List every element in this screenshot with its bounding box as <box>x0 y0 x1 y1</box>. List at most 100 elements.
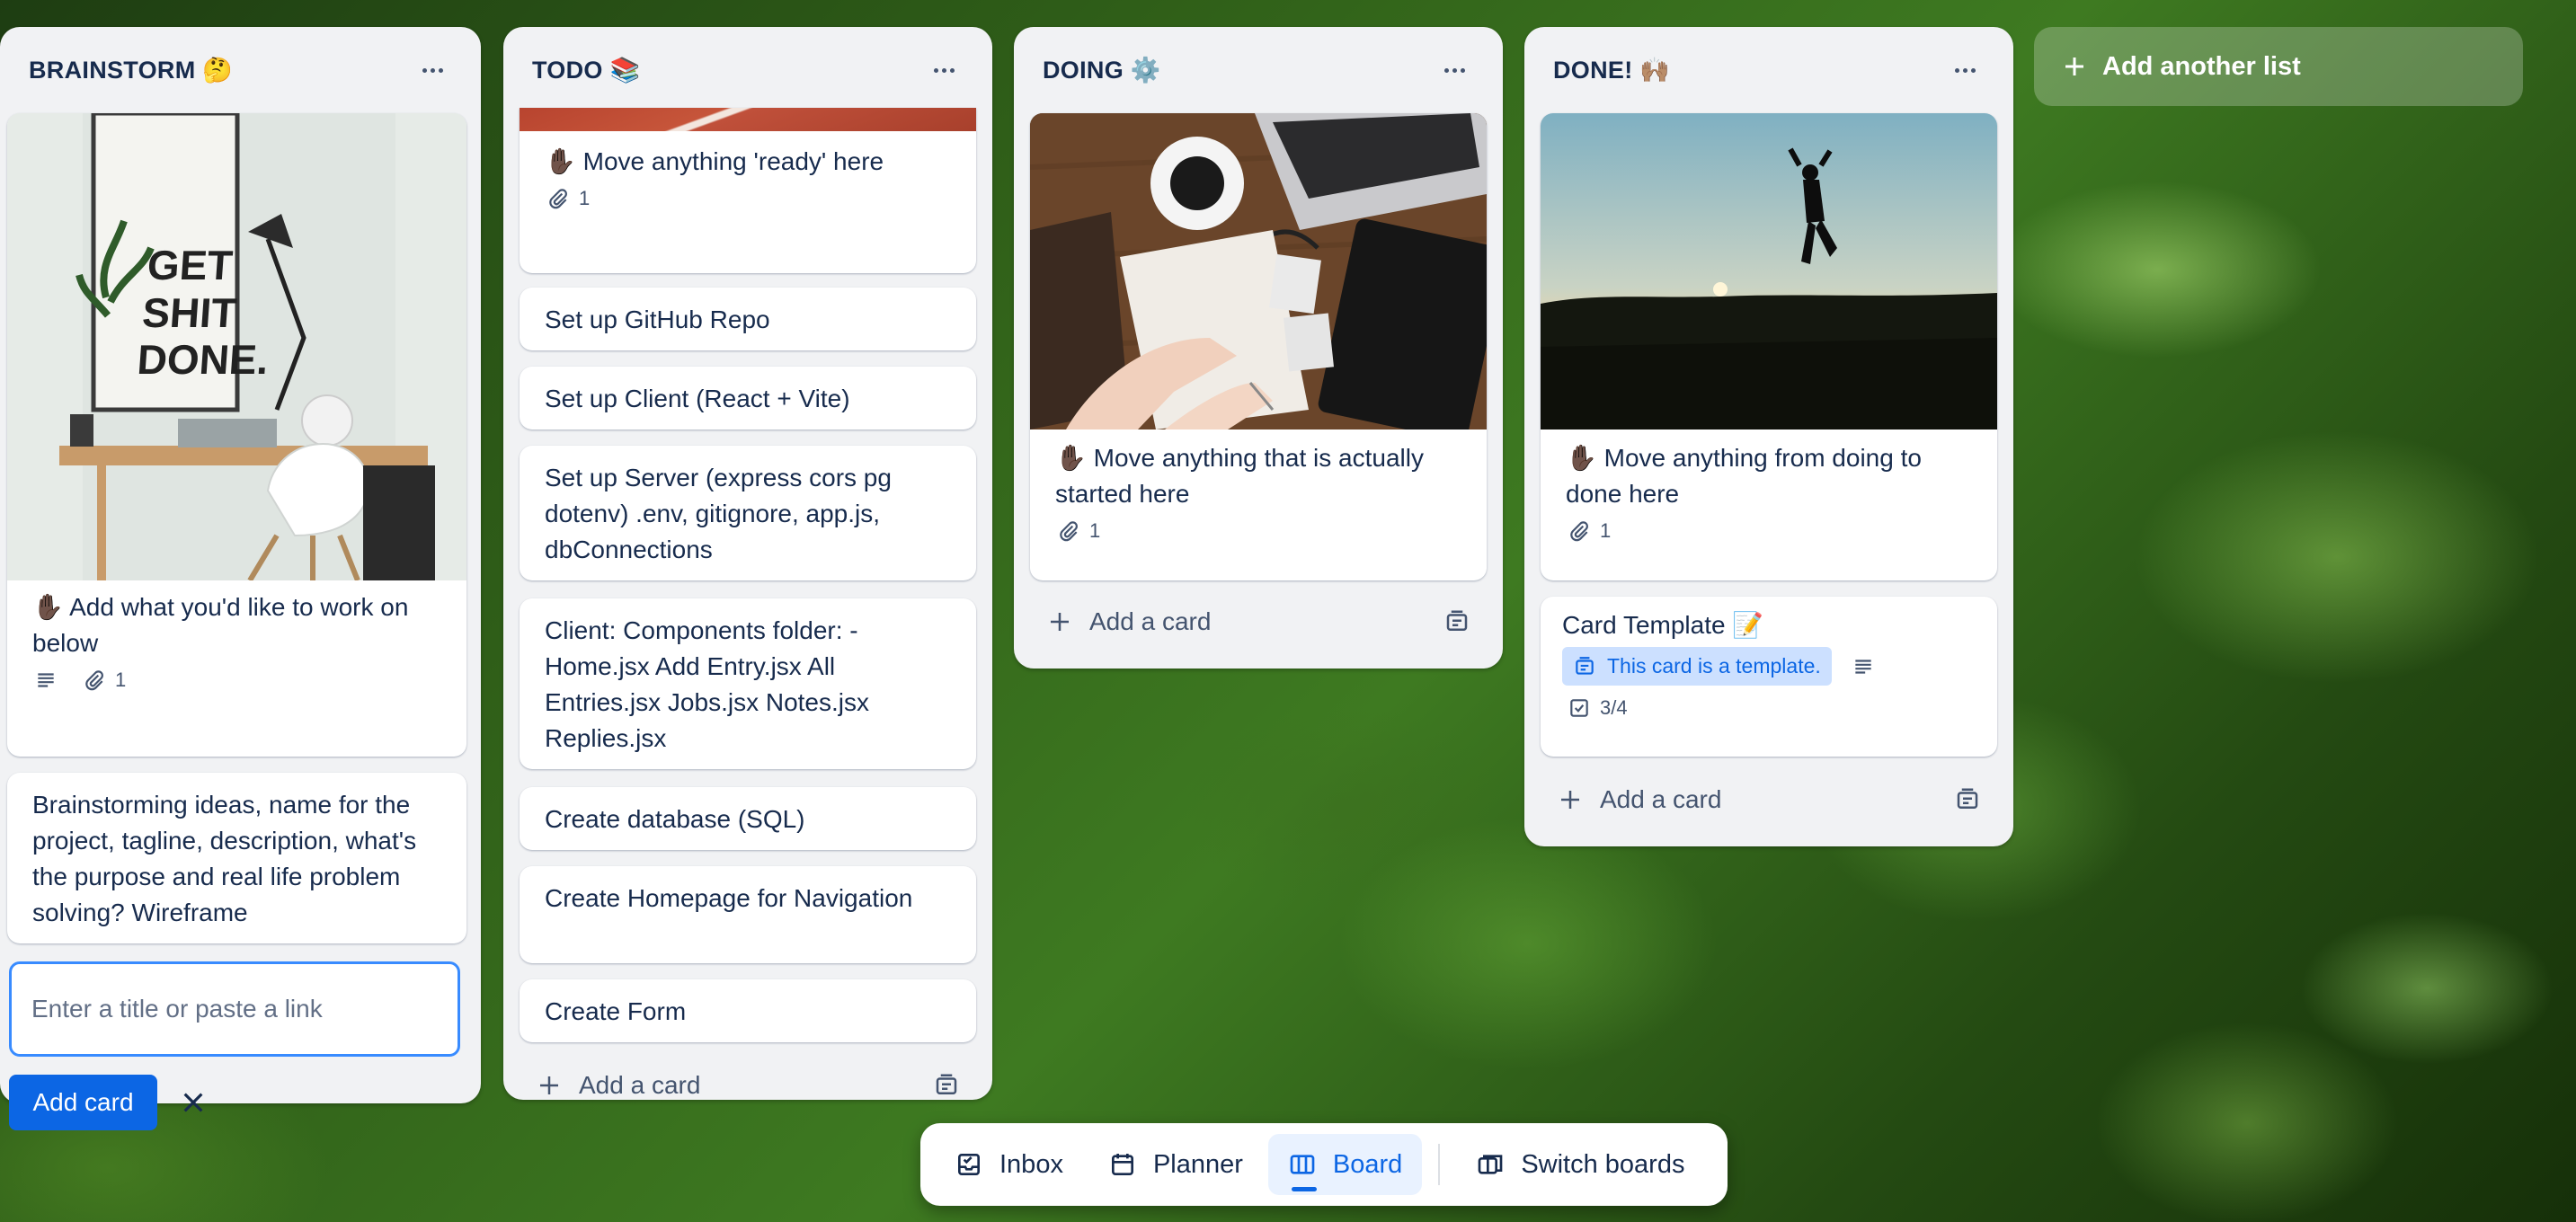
svg-text:SHIT: SHIT <box>141 289 238 336</box>
attachment-count: 1 <box>1600 519 1612 542</box>
card-badges: 3/4 <box>1541 686 1997 720</box>
attachment-badge: 1 <box>1568 519 1611 543</box>
card-move-done[interactable]: ✋🏿 Move anything from doing to done here… <box>1541 113 1997 580</box>
list-header: DONE! 🙌🏽 <box>1524 27 2013 113</box>
card-title: Create database (SQL) <box>545 805 805 833</box>
card-title: Create Homepage for Navigation <box>545 884 913 912</box>
plus-icon <box>1561 791 1579 809</box>
list-done: DONE! 🙌🏽 ✋🏿 Move anything from doing to … <box>1524 27 2013 846</box>
board: BRAINSTORM 🤔 GET SHIT DONE. ✋🏿 Add what … <box>0 0 2576 1222</box>
card-create-form[interactable]: Create Form <box>520 979 976 1042</box>
attachment-count: 1 <box>579 187 591 209</box>
bottom-navigation-dock: Inbox Planner Board Switch boards <box>920 1123 1728 1206</box>
card-create-database[interactable]: Create database (SQL) <box>520 787 976 850</box>
new-card-title-input[interactable] <box>9 961 460 1057</box>
svg-text:DONE.: DONE. <box>136 336 270 383</box>
card-cover-image <box>1030 113 1487 429</box>
list-doing: DOING ⚙️ ✋🏿 Move anything that is actual… <box>1014 27 1503 669</box>
list-menu-button[interactable] <box>1433 49 1476 92</box>
dock-inbox-label: Inbox <box>999 1149 1063 1179</box>
list-header: TODO 📚 <box>503 27 992 113</box>
card-badges: 1 <box>1030 512 1487 543</box>
card-cover-image: GET SHIT DONE. <box>7 113 466 580</box>
list-brainstorm: BRAINSTORM 🤔 GET SHIT DONE. ✋🏿 Add what … <box>0 27 481 1130</box>
card-cover-image <box>520 108 976 131</box>
dock-separator <box>1438 1144 1441 1185</box>
card-brainstorming[interactable]: Brainstorming ideas, name for the projec… <box>7 773 466 943</box>
card-title: ✋🏿 Add what you'd like to work on below <box>32 593 409 657</box>
dock-switch-boards-label: Switch boards <box>1521 1149 1685 1179</box>
add-card-label: Add a card <box>579 1071 701 1099</box>
card-title: Client: Components folder: - Home.jsx Ad… <box>545 616 869 752</box>
attachment-badge: 1 <box>546 187 590 210</box>
card-move-started[interactable]: ✋🏿 Move anything that is actually starte… <box>1030 113 1487 580</box>
add-card-submit-button[interactable]: Add card <box>9 1075 157 1130</box>
dock-board-button[interactable]: Board <box>1267 1134 1423 1195</box>
card-title: Brainstorming ideas, name for the projec… <box>32 791 417 926</box>
attachment-badge: 1 <box>1057 519 1100 543</box>
list-menu-button[interactable] <box>1943 49 1986 92</box>
template-icon <box>1576 656 1594 675</box>
paperclip-icon <box>85 670 103 691</box>
card-title: ✋🏿 Move anything 'ready' here <box>545 147 884 175</box>
list-todo: TODO 📚 ✋🏿 Move anything 'ready' here 1 S… <box>503 27 992 1100</box>
card-cover-image <box>1541 113 1997 429</box>
plus-icon <box>2065 58 2083 75</box>
list-header: BRAINSTORM 🤔 <box>0 27 481 113</box>
board-icon <box>1290 1155 1315 1174</box>
list-header: DOING ⚙️ <box>1014 27 1503 113</box>
list-menu-button[interactable] <box>411 49 454 92</box>
paperclip-icon <box>549 189 567 209</box>
attachment-count: 1 <box>115 669 127 691</box>
card-title: Create Form <box>545 997 687 1025</box>
list-menu-button[interactable] <box>922 49 965 92</box>
list-title: DOING ⚙️ <box>1043 57 1161 84</box>
paperclip-icon <box>1570 521 1588 542</box>
description-icon <box>34 669 58 692</box>
card-badges: 1 <box>7 661 466 692</box>
card-client-setup[interactable]: Set up Client (React + Vite) <box>520 367 976 429</box>
dock-board-label: Board <box>1332 1149 1403 1179</box>
list-title: BRAINSTORM 🤔 <box>29 57 234 84</box>
list-title: DONE! 🙌🏽 <box>1553 57 1671 84</box>
card-move-ready[interactable]: ✋🏿 Move anything 'ready' here 1 <box>520 108 976 273</box>
card-github-repo[interactable]: Set up GitHub Repo <box>520 288 976 350</box>
description-icon <box>1855 659 1871 674</box>
card-badges: 1 <box>1541 512 1997 543</box>
create-from-template-icon[interactable] <box>933 1072 960 1099</box>
create-from-template-icon[interactable] <box>1954 786 1981 813</box>
card-server-setup[interactable]: Set up Server (express cors pg dotenv) .… <box>520 446 976 580</box>
card-create-homepage[interactable]: Create Homepage for Navigation <box>520 866 976 963</box>
card-title: ✋🏿 Move anything that is actually starte… <box>1055 444 1424 508</box>
create-from-template-icon[interactable] <box>1443 608 1470 635</box>
attachment-badge: 1 <box>83 669 126 692</box>
plus-icon <box>1051 613 1069 631</box>
checklist-icon <box>1570 699 1588 717</box>
card-template[interactable]: Card Template 📝 This card is a template.… <box>1541 597 1997 757</box>
card-title: Set up Server (express cors pg dotenv) .… <box>545 464 892 563</box>
dock-switch-boards-button[interactable]: Switch boards <box>1456 1134 1704 1195</box>
card-title: Set up GitHub Repo <box>545 306 770 333</box>
list-title: TODO 📚 <box>532 57 641 84</box>
close-icon[interactable] <box>171 1080 216 1125</box>
add-list-label: Add another list <box>2102 51 2301 81</box>
add-card-button[interactable]: Add a card <box>1541 773 1997 827</box>
card-add-what[interactable]: GET SHIT DONE. ✋🏿 Add what you'd like to… <box>7 113 466 757</box>
dock-planner-button[interactable]: Planner <box>1088 1134 1263 1195</box>
card-badges: 1 <box>520 180 976 210</box>
add-another-list-button[interactable]: Add another list <box>2034 27 2523 106</box>
template-badge: This card is a template. <box>1562 647 1832 686</box>
card-title: ✋🏿 Move anything from doing to done here <box>1566 444 1922 508</box>
attachment-count: 1 <box>1089 519 1101 542</box>
switch-boards-icon <box>1478 1155 1503 1174</box>
dock-inbox-button[interactable]: Inbox <box>935 1134 1083 1195</box>
inbox-icon <box>958 1154 980 1175</box>
plus-icon <box>540 1076 558 1094</box>
add-card-button[interactable]: Add a card <box>1030 595 1487 649</box>
checklist-count: 3/4 <box>1600 696 1628 719</box>
paperclip-icon <box>1060 521 1078 542</box>
card-components[interactable]: Client: Components folder: - Home.jsx Ad… <box>520 598 976 769</box>
add-card-button[interactable]: Add a card <box>520 1058 976 1112</box>
add-card-label: Add a card <box>1089 607 1212 635</box>
card-title: Card Template 📝 <box>1562 611 1764 639</box>
